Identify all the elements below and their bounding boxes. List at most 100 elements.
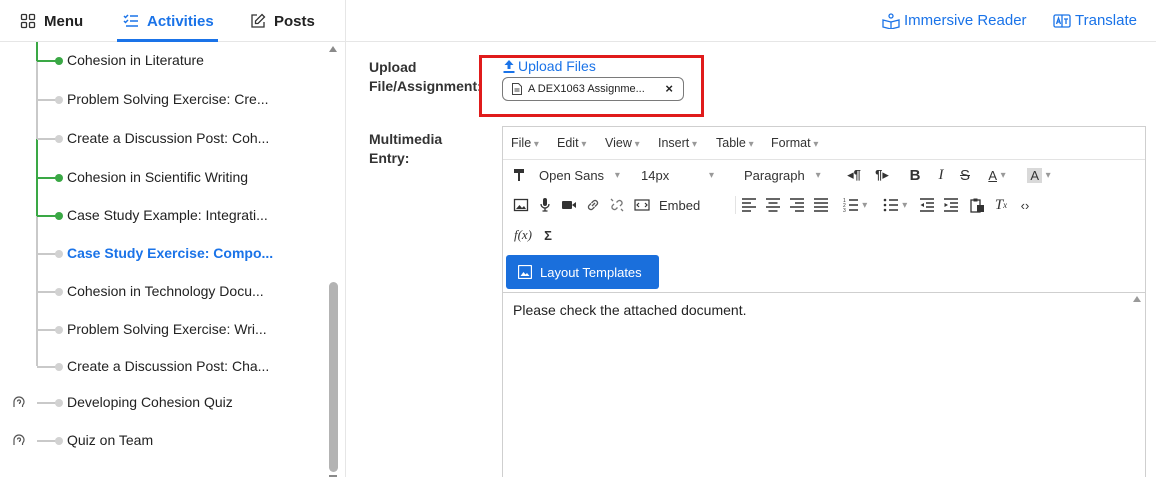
embed-label: Embed: [659, 197, 701, 213]
tree-item[interactable]: Cohesion in Technology Docu...: [0, 273, 325, 311]
menu-view[interactable]: View: [605, 136, 640, 150]
edit-icon: [251, 13, 266, 28]
tree-item-label: Case Study Exercise: Compo...: [67, 245, 274, 261]
video-icon[interactable]: [561, 195, 577, 215]
block-format-select[interactable]: Paragraph ▾: [744, 165, 821, 185]
italic-icon[interactable]: I: [933, 165, 949, 185]
embed-button[interactable]: Embed: [659, 195, 700, 215]
outdent-icon[interactable]: [919, 195, 935, 215]
menu-edit[interactable]: Edit: [557, 136, 586, 150]
rich-text-editor: File Edit View Insert Table Format Open …: [502, 126, 1146, 477]
toolbar-row-3: f(x) Σ: [503, 220, 1145, 250]
tree-item-label: Problem Solving Exercise: Wri...: [67, 321, 267, 337]
tab-posts-label: Posts: [274, 12, 315, 30]
font-size-select[interactable]: 14px ▾: [641, 165, 714, 185]
source-code-icon[interactable]: ‹›: [1017, 195, 1033, 215]
bold-icon[interactable]: B: [907, 165, 923, 185]
tree-item[interactable]: Create a Discussion Post: Coh...: [0, 120, 325, 158]
tree-scrollbar[interactable]: [327, 42, 341, 477]
immersive-reader-button[interactable]: Immersive Reader: [882, 12, 1027, 29]
status-dot: [55, 437, 63, 445]
tree-item[interactable]: Problem Solving Exercise: Wri...: [0, 311, 325, 349]
status-dot: [55, 57, 63, 65]
paste-icon[interactable]: [969, 195, 985, 215]
tree-item-label: Problem Solving Exercise: Cre...: [67, 91, 269, 107]
align-justify-icon[interactable]: [813, 195, 829, 215]
tree-item-current[interactable]: Case Study Exercise: Compo...: [0, 235, 325, 273]
align-right-icon[interactable]: [789, 195, 805, 215]
status-dot: [55, 96, 63, 104]
microphone-icon[interactable]: [537, 195, 553, 215]
upload-files-label: Upload Files: [518, 58, 596, 74]
svg-text:3: 3: [843, 208, 846, 213]
upload-field-label: Upload File/Assignment:: [369, 59, 482, 94]
image-icon[interactable]: [513, 195, 529, 215]
editor-content-area[interactable]: Please check the attached document.: [503, 292, 1145, 477]
attached-file-chip[interactable]: A DEX1063 Assignme... ×: [502, 77, 684, 101]
tree-item-quiz[interactable]: Developing Cohesion Quiz: [0, 384, 325, 422]
quiz-brain-icon: [13, 434, 25, 445]
editor-content-text: Please check the attached document.: [513, 302, 747, 318]
upload-files-button[interactable]: Upload Files: [503, 58, 596, 74]
remove-file-button[interactable]: ×: [665, 81, 673, 96]
paint-format-icon[interactable]: [511, 165, 527, 185]
clear-formatting-icon[interactable]: Tx: [993, 195, 1009, 215]
strikethrough-icon[interactable]: S: [957, 165, 973, 185]
tree-item-label: Create a Discussion Post: Cha...: [67, 358, 270, 374]
equation-icon[interactable]: f(x): [512, 225, 534, 245]
tree-item-label: Quiz on Team: [67, 432, 154, 448]
text-color-icon[interactable]: A ▾: [981, 165, 1013, 185]
menu-insert[interactable]: Insert: [658, 136, 697, 150]
tab-menu[interactable]: Menu: [20, 0, 83, 42]
link-icon[interactable]: [585, 195, 601, 215]
tree-item[interactable]: Cohesion in Literature: [0, 42, 325, 80]
tab-activities[interactable]: Activities: [117, 0, 218, 42]
status-dot: [55, 250, 63, 258]
left-tabs: Menu Activities Posts: [0, 0, 346, 42]
tree-item-quiz[interactable]: Quiz on Team: [0, 422, 325, 460]
status-dot: [55, 363, 63, 371]
editor-scroll-up-arrow[interactable]: [1133, 296, 1141, 302]
font-family-select[interactable]: Open Sans ▾: [539, 165, 620, 185]
grid-icon: [20, 13, 36, 29]
rtl-icon[interactable]: ¶▸: [873, 165, 891, 185]
menu-format[interactable]: Format: [771, 136, 818, 150]
tree-item[interactable]: Cohesion in Scientific Writing: [0, 159, 325, 197]
tab-menu-label: Menu: [44, 12, 84, 30]
ltr-icon[interactable]: ◂¶: [845, 165, 863, 185]
tree-item[interactable]: Case Study Example: Integrati...: [0, 197, 325, 235]
checklist-icon: [123, 14, 138, 27]
menu-file[interactable]: File: [511, 136, 539, 150]
layout-templates-button[interactable]: Layout Templates: [506, 255, 659, 289]
scroll-thumb[interactable]: [329, 282, 338, 472]
document-icon: [512, 83, 522, 95]
bullet-list-icon[interactable]: ▾: [877, 195, 913, 215]
status-dot: [55, 135, 63, 143]
top-bar: Immersive Reader Translate: [346, 0, 1156, 42]
tree-item-label: Developing Cohesion Quiz: [67, 394, 233, 410]
font-size-value: 14px: [641, 167, 670, 183]
status-dot: [55, 174, 63, 182]
immersive-reader-label: Immersive Reader: [904, 12, 1027, 29]
editor-menubar: File Edit View Insert Table Format: [503, 127, 1145, 160]
tab-posts[interactable]: Posts: [250, 0, 315, 42]
tree-item[interactable]: Create a Discussion Post: Cha...: [0, 348, 325, 386]
tree-item-label: Cohesion in Literature: [67, 52, 204, 68]
sigma-icon[interactable]: Σ: [541, 225, 555, 245]
embed-media-icon[interactable]: [633, 195, 651, 215]
translate-button[interactable]: Translate: [1053, 12, 1137, 29]
highlight-color-icon[interactable]: A ▾: [1021, 165, 1057, 185]
multimedia-field-label: Multimedia Entry:: [369, 131, 443, 166]
align-center-icon[interactable]: [765, 195, 781, 215]
tree-item[interactable]: Problem Solving Exercise: Cre...: [0, 81, 325, 119]
immersive-reader-icon: [882, 12, 900, 29]
template-icon: [518, 265, 532, 279]
align-left-icon[interactable]: [741, 195, 757, 215]
indent-icon[interactable]: [943, 195, 959, 215]
menu-table[interactable]: Table: [716, 136, 754, 150]
numbered-list-icon[interactable]: 123 ▾: [837, 195, 873, 215]
unlink-icon[interactable]: [609, 195, 625, 215]
scroll-up-arrow[interactable]: [329, 46, 337, 52]
tree-item-label: Cohesion in Technology Docu...: [67, 283, 264, 299]
status-dot: [55, 326, 63, 334]
